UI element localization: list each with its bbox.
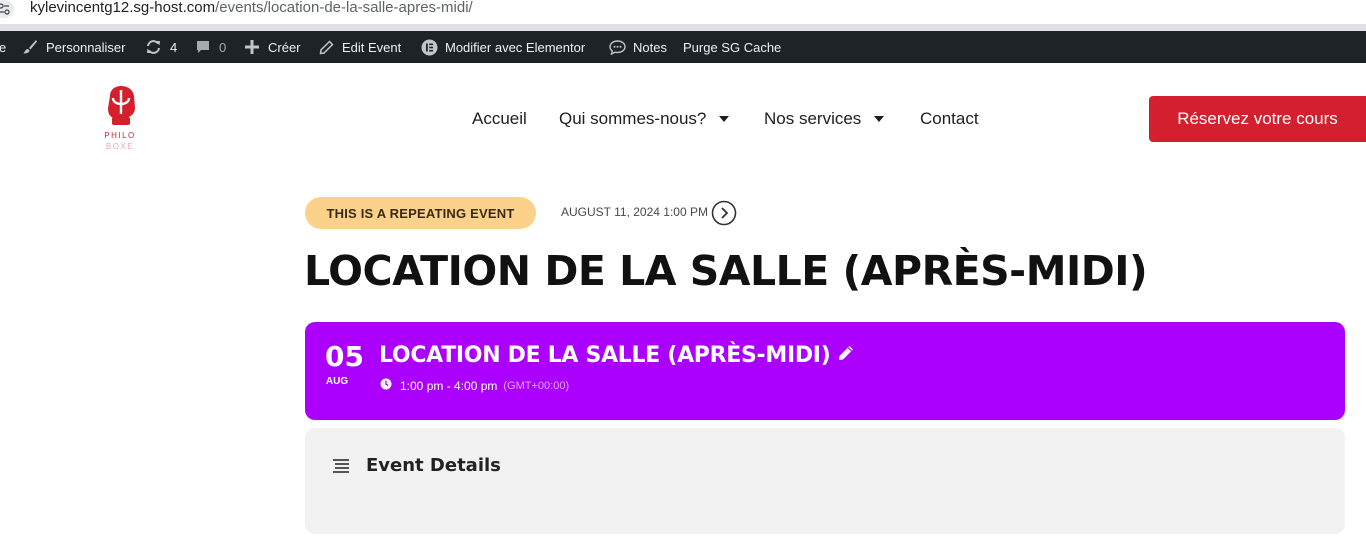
event-datetime: AUGUST 11, 2024 1:00 PM [561,205,708,219]
reserve-button-label: Réservez votre cours [1177,109,1338,128]
pencil-icon [319,39,334,55]
event-day: 05 [325,340,364,373]
event-title: LOCATION DE LA SALLE (APRÈS-MIDI) [304,247,1148,295]
tune-icon[interactable] [0,0,14,18]
admin-site-link[interactable]: e [0,31,6,63]
logo-text-boxe: BOXE [105,142,135,151]
caret-down-icon [719,116,730,122]
elementor-link[interactable]: Modifier avec Elementor [421,31,585,63]
event-date-card: 05 AUG LOCATION DE LA SALLE (APRÈS-MIDI)… [305,322,1345,420]
updates-link[interactable]: 4 [145,31,177,63]
comments-count: 0 [219,39,227,55]
create-label: Créer [268,39,301,55]
comment-icon [195,39,211,55]
event-timezone: (GMT+00:00) [503,379,570,392]
nav-nos-services[interactable]: Nos services [764,108,885,130]
boxing-glove-logo-icon [108,86,135,125]
chevron-right-circle-icon [711,200,737,226]
repeating-event-badge: THIS IS A REPEATING EVENT [305,197,536,229]
event-time: 1:00 pm - 4:00 pm (GMT+00:00) [380,378,569,393]
event-time-range: 1:00 pm - 4:00 pm [400,378,498,393]
nav-accueil[interactable]: Accueil [472,108,527,130]
customize-link[interactable]: Personnaliser [22,31,126,63]
caret-down-icon [874,116,885,122]
edit-event-link[interactable]: Edit Event [319,31,401,63]
url-text[interactable]: kylevincentg12.sg-host.com/events/locati… [30,0,473,16]
elementor-icon [421,39,438,56]
site-logo[interactable]: PHILO BOXE [100,84,140,156]
brush-icon [22,39,38,55]
nav-contact-label: Contact [920,109,979,128]
reserve-button[interactable]: Réservez votre cours [1149,96,1366,142]
url-path: /events/location-de-la-salle-apres-midi/ [215,0,473,16]
updates-count: 4 [170,39,178,55]
comments-link[interactable]: 0 [195,31,226,63]
refresh-icon [145,39,162,55]
notes-icon [609,39,626,55]
notes-link[interactable]: Notes [609,31,667,63]
nav-nos-services-label: Nos services [764,109,862,128]
admin-site-fragment: e [0,39,7,55]
clock-icon [380,378,392,393]
logo-text-philo: PHILO [104,131,136,140]
list-icon [333,458,351,480]
notes-label: Notes [633,39,667,55]
customize-label: Personnaliser [46,39,126,55]
admin-bar: e Personnaliser 4 0 Créer Edit Event Mod… [0,31,1366,63]
create-link[interactable]: Créer [245,31,301,63]
edit-pencil-icon[interactable] [830,342,855,370]
nav-qui-sommes-nous[interactable]: Qui sommes-nous? [559,108,730,130]
event-details-heading: Event Details [366,455,501,476]
purge-cache-link[interactable]: Purge SG Cache [683,31,781,63]
nav-contact[interactable]: Contact [920,108,979,130]
elementor-label: Modifier avec Elementor [445,39,586,55]
event-month: AUG [325,376,349,387]
edit-event-label: Edit Event [342,39,402,55]
event-card-title-text: LOCATION DE LA SALLE (APRÈS-MIDI) [379,343,831,368]
browser-url-bar[interactable]: kylevincentg12.sg-host.com/events/locati… [0,0,1366,24]
url-host: kylevincentg12.sg-host.com [30,0,216,16]
event-details-panel: Event Details [305,428,1345,534]
next-occurrence-button[interactable] [711,200,737,226]
purge-cache-label: Purge SG Cache [683,39,782,55]
nav-accueil-label: Accueil [472,109,527,128]
plus-icon [245,40,259,54]
event-card-title: LOCATION DE LA SALLE (APRÈS-MIDI) [379,342,855,370]
nav-qui-sommes-nous-label: Qui sommes-nous? [559,109,707,128]
